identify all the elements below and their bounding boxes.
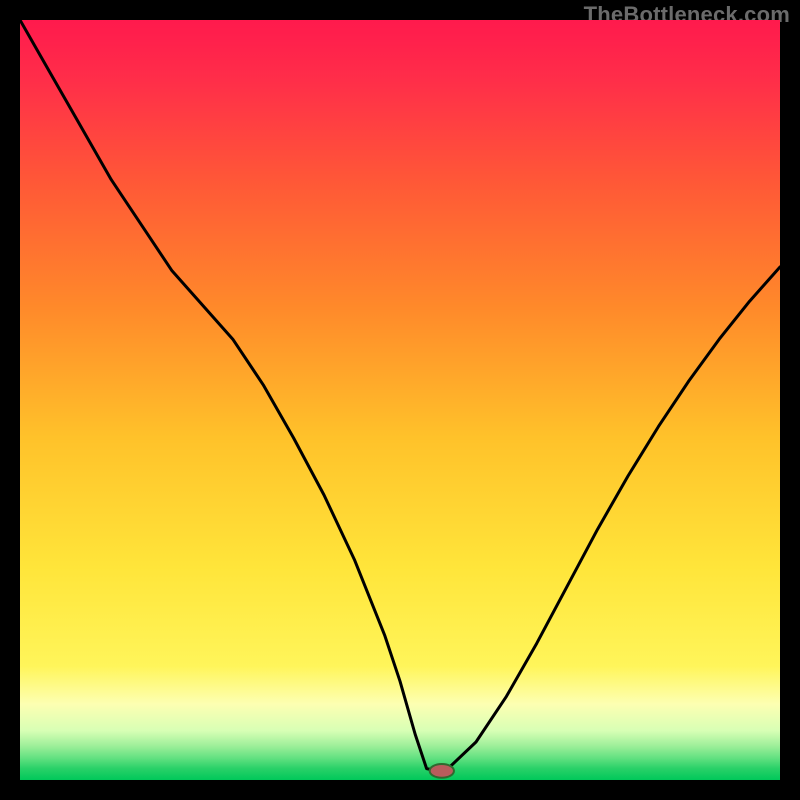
optimum-marker <box>430 764 454 778</box>
chart-frame: TheBottleneck.com <box>0 0 800 800</box>
plot-svg <box>20 20 780 780</box>
gradient-background <box>20 20 780 780</box>
plot-area <box>20 20 780 780</box>
